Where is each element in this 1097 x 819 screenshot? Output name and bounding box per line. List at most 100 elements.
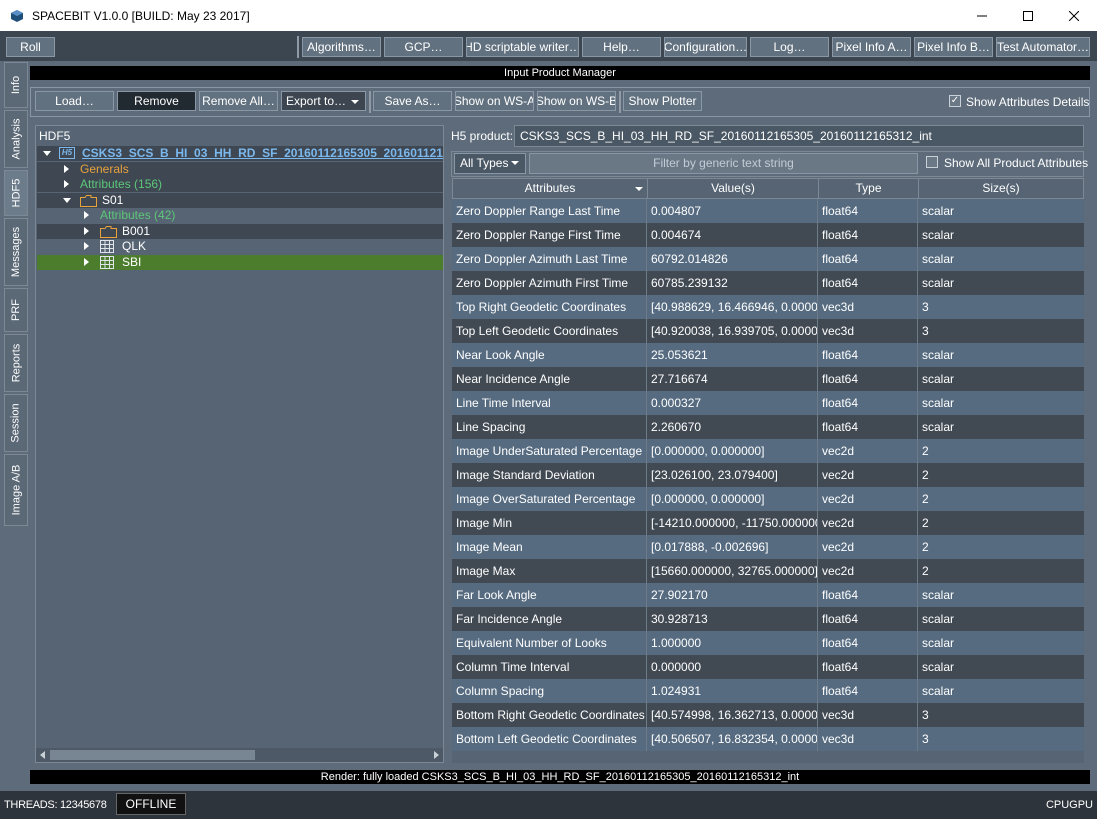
tree-node-attributes-s01[interactable]: Attributes (42) [37, 208, 443, 223]
attribute-type-cell: vec2d [818, 511, 918, 535]
table-row[interactable]: Zero Doppler Azimuth Last Time 60792.0148… [452, 247, 1084, 271]
save-as-button[interactable]: Save As… [373, 91, 452, 111]
table-footer-space [452, 751, 1084, 763]
tab-info[interactable]: Info [4, 62, 28, 108]
tree-node-qlk[interactable]: QLK [37, 239, 443, 254]
table-row[interactable]: Image UnderSaturated Percentage [0.000000… [452, 439, 1084, 463]
folder-icon [100, 226, 117, 238]
table-row[interactable]: Bottom Right Geodetic Coordinates [40.574… [452, 703, 1084, 727]
attribute-type-cell: vec3d [818, 727, 918, 751]
maximize-icon [1023, 10, 1033, 21]
tree-node-s01[interactable]: S01 [37, 193, 443, 208]
table-row[interactable]: Column Time Interval 0.000000 float64 scala… [452, 655, 1084, 679]
column-header-size[interactable]: Size(s) [919, 179, 1083, 198]
main-toolbar: Roll Algorithms… GCP… HD scriptable writ… [0, 31, 1097, 61]
show-on-ws-b-button[interactable]: Show on WS-B [537, 91, 616, 111]
tree-node-sbi[interactable]: SBI [37, 255, 443, 270]
tab-prf[interactable]: PRF [4, 288, 28, 332]
table-row[interactable]: Zero Doppler Azimuth First Time 60785.239… [452, 271, 1084, 295]
attribute-size-cell: 2 [922, 468, 929, 482]
chevron-down-icon [351, 100, 359, 104]
window-title: SPACEBIT V1.0.0 [BUILD: May 23 2017] [32, 8, 250, 23]
hd-scriptable-writer-button[interactable]: HD scriptable writer… [466, 37, 579, 57]
table-row[interactable]: Equivalent Number of Looks 1.000000 float6… [452, 631, 1084, 655]
log-button[interactable]: Log… [750, 37, 829, 57]
tab-session[interactable]: Session [4, 394, 28, 452]
table-row[interactable]: Bottom Left Geodetic Coordinates [40.5065… [452, 727, 1084, 751]
type-filter-select[interactable]: All Types [454, 153, 526, 174]
export-dropdown[interactable]: Export to… [281, 91, 366, 111]
test-automator-button[interactable]: Test Automator… [996, 37, 1090, 57]
show-plotter-button[interactable]: Show Plotter [623, 91, 702, 111]
attribute-type-cell: vec2d [818, 439, 918, 463]
column-header-values[interactable]: Value(s) [648, 179, 819, 198]
attribute-name-cell: Column Spacing [452, 679, 647, 703]
help-button[interactable]: Help… [582, 37, 661, 57]
attribute-value-cell: [0.017888, -0.002696] [647, 535, 818, 559]
table-row[interactable]: Line Spacing 2.260670 float64 scalar [452, 415, 1084, 439]
tab-analysis[interactable]: Analysis [4, 110, 28, 168]
attribute-type-cell: vec3d [818, 295, 918, 319]
table-row[interactable]: Column Spacing 1.024931 float64 scalar [452, 679, 1084, 703]
tab-messages[interactable]: Messages [4, 218, 28, 286]
close-button[interactable] [1051, 0, 1097, 31]
table-row[interactable]: Image Max [15660.000000, 32765.000000] vec… [452, 559, 1084, 583]
gcp-button[interactable]: GCP… [384, 37, 463, 57]
column-header-attributes[interactable]: Attributes [453, 179, 648, 198]
scrollbar-thumb[interactable] [50, 750, 255, 760]
attribute-name-cell: Image Standard Deviation [452, 463, 647, 487]
algorithms-button[interactable]: Algorithms… [302, 37, 381, 57]
table-row[interactable]: Image Mean [0.017888, -0.002696] vec2d 2 [452, 535, 1084, 559]
load-button[interactable]: Load… [35, 91, 114, 111]
table-row[interactable]: Top Left Geodetic Coordinates [40.920038,… [452, 319, 1084, 343]
app-logo-icon [11, 9, 23, 22]
attribute-size-cell: scalar [922, 684, 955, 698]
cpu-gpu-indicator: CPUGPU [1045, 799, 1093, 811]
attribute-size-cell: 2 [922, 564, 929, 578]
scroll-left-icon[interactable] [39, 751, 47, 759]
offline-status-button[interactable]: OFFLINE [116, 793, 186, 815]
table-row[interactable]: Near Incidence Angle 27.716674 float64 scal… [452, 367, 1084, 391]
table-row[interactable]: Near Look Angle 25.053621 float64 scalar [452, 343, 1084, 367]
table-row[interactable]: Line Time Interval 0.000327 float64 scalar [452, 391, 1084, 415]
column-header-type[interactable]: Type [819, 179, 919, 198]
attribute-size-cell: 2 [922, 444, 929, 458]
tree-node-attributes[interactable]: Attributes (156) [37, 177, 443, 192]
tree-node-b001[interactable]: B001 [37, 224, 443, 239]
h5-product-field[interactable]: CSKS3_SCS_B_HI_03_HH_RD_SF_2016011216530… [514, 125, 1084, 147]
expand-right-icon [84, 242, 89, 250]
tab-hdf5[interactable]: HDF5 [4, 170, 28, 216]
table-row[interactable]: Zero Doppler Range First Time 0.004674 flo… [452, 223, 1084, 247]
table-row[interactable]: Image Min [-14210.000000, -11750.000000] v… [452, 511, 1084, 535]
table-row[interactable]: Image OverSaturated Percentage [0.000000,… [452, 487, 1084, 511]
attribute-value-cell: [-14210.000000, -11750.000000] [647, 511, 818, 535]
sort-down-icon [635, 187, 643, 191]
tab-image-ab[interactable]: Image A/B [4, 454, 28, 526]
expand-down-icon [63, 198, 71, 203]
attribute-name-cell: Zero Doppler Range Last Time [452, 199, 647, 223]
tree-node-generals[interactable]: Generals [37, 162, 443, 177]
tab-reports[interactable]: Reports [4, 334, 28, 392]
filter-text-input[interactable]: Filter by generic text string [529, 153, 918, 174]
show-all-product-attributes-checkbox[interactable] [926, 156, 938, 168]
folder-icon [80, 195, 97, 207]
show-attributes-details-checkbox[interactable]: ✓ [949, 95, 961, 107]
tree-horizontal-scrollbar[interactable] [36, 748, 443, 762]
pixel-info-b-button[interactable]: Pixel Info B… [914, 37, 993, 57]
table-row[interactable]: Top Right Geodetic Coordinates [40.988629… [452, 295, 1084, 319]
minimize-button[interactable] [959, 0, 1005, 31]
roll-button[interactable]: Roll [6, 37, 55, 57]
tree-root-node[interactable]: H5 CSKS3_SCS_B_HI_03_HH_RD_SF_2016011216… [37, 146, 443, 161]
remove-all-button[interactable]: Remove All… [199, 91, 278, 111]
table-row[interactable]: Image Standard Deviation [23.026100, 23.0… [452, 463, 1084, 487]
table-row[interactable]: Zero Doppler Range Last Time 0.004807 floa… [452, 199, 1084, 223]
attribute-size-cell: 3 [922, 708, 929, 722]
table-row[interactable]: Far Look Angle 27.902170 float64 scalar [452, 583, 1084, 607]
configuration-button[interactable]: Configuration… [664, 37, 747, 57]
table-row[interactable]: Far Incidence Angle 30.928713 float64 scala… [452, 607, 1084, 631]
show-on-ws-a-button[interactable]: Show on WS-A [455, 91, 534, 111]
remove-button[interactable]: Remove [117, 91, 196, 111]
pixel-info-a-button[interactable]: Pixel Info A… [832, 37, 911, 57]
scroll-right-icon[interactable] [432, 751, 440, 759]
maximize-button[interactable] [1005, 0, 1051, 31]
